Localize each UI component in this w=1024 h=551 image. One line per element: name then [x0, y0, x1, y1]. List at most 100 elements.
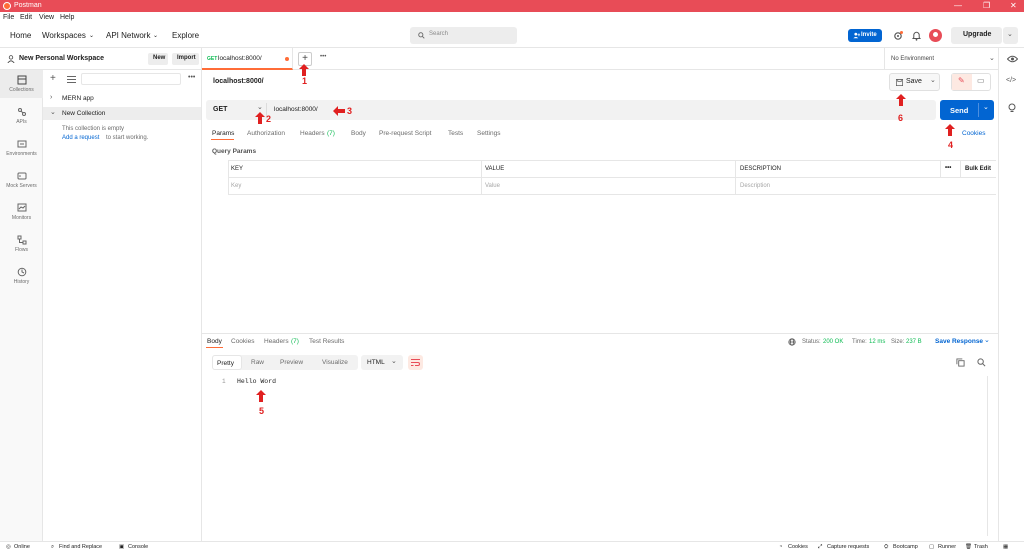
tab-authorization[interactable]: Authorization: [247, 130, 285, 137]
time-value[interactable]: 12 ms: [869, 339, 885, 345]
tab-pre-request-script[interactable]: Pre-request Script: [379, 130, 431, 137]
layout-icon[interactable]: ▦: [1003, 544, 1008, 550]
save-response-button[interactable]: Save Response: [935, 338, 983, 345]
minimize-icon[interactable]: —: [954, 1, 962, 10]
response-tab-cookies[interactable]: Cookies: [231, 338, 254, 345]
tab-options-icon[interactable]: •••: [320, 54, 326, 60]
import-button[interactable]: Import: [172, 53, 199, 65]
response-tab-body[interactable]: Body: [207, 338, 222, 345]
edit-pencil-icon[interactable]: ✎: [952, 74, 972, 90]
nav-explore[interactable]: Explore: [172, 31, 199, 40]
lightbulb-icon[interactable]: [1008, 103, 1016, 113]
add-request-link[interactable]: Add a request: [62, 135, 99, 141]
more-options-icon[interactable]: •••: [188, 74, 195, 81]
status-value[interactable]: 200 OK: [823, 339, 843, 345]
eye-icon[interactable]: [1007, 55, 1018, 63]
chevron-down-icon: ⌄: [989, 55, 995, 62]
column-header-description: DESCRIPTION: [740, 166, 782, 172]
chevron-down-icon[interactable]: ⌄: [983, 103, 989, 111]
tab-body[interactable]: Body: [351, 130, 366, 137]
invite-button[interactable]: Invite: [848, 29, 882, 42]
language-select[interactable]: HTML ⌄: [361, 355, 403, 370]
code-icon[interactable]: </>: [1006, 77, 1016, 84]
sidebar-item-environments[interactable]: Environments: [0, 134, 43, 162]
collection-item-new-collection[interactable]: ⌄ New Collection: [43, 107, 201, 120]
tab-headers[interactable]: Headers: [300, 130, 325, 137]
sidebar-item-monitors[interactable]: Monitors: [0, 198, 43, 226]
annotation-label-3: 3: [347, 106, 353, 116]
online-status[interactable]: Online: [14, 544, 30, 550]
size-value[interactable]: 237 B: [906, 339, 922, 345]
menu-edit[interactable]: Edit: [20, 14, 32, 21]
tab-params[interactable]: Params: [212, 130, 234, 137]
description-input[interactable]: Description: [740, 183, 770, 189]
cookies-footer-button[interactable]: Cookies: [788, 544, 808, 550]
upgrade-dropdown[interactable]: ⌄: [1003, 27, 1018, 44]
nav-home[interactable]: Home: [10, 31, 31, 40]
url-input[interactable]: localhost:8000/: [274, 106, 318, 113]
nav-api-network[interactable]: API Network: [106, 31, 150, 40]
search-input[interactable]: Search: [410, 27, 517, 44]
copy-icon[interactable]: [956, 358, 965, 367]
sidebar-item-flows[interactable]: Flows: [0, 230, 43, 258]
console-button[interactable]: Console: [128, 544, 148, 550]
response-scrollbar[interactable]: [987, 376, 988, 536]
filter-icon[interactable]: [67, 76, 76, 83]
comment-icon[interactable]: ▭: [977, 76, 985, 85]
upgrade-button[interactable]: Upgrade: [951, 27, 1002, 44]
view-toggle[interactable]: ✎ ▭: [951, 73, 991, 91]
add-collection-icon[interactable]: +: [50, 73, 56, 84]
trash-button[interactable]: Trash: [974, 544, 988, 550]
menu-view[interactable]: View: [39, 14, 54, 21]
response-tab-headers[interactable]: Headers: [264, 338, 289, 345]
collection-search-input[interactable]: [81, 73, 181, 85]
avatar[interactable]: [929, 29, 942, 42]
tab-tests[interactable]: Tests: [448, 130, 463, 137]
request-title[interactable]: localhost:8000/: [213, 78, 264, 85]
table-more-icon[interactable]: •••: [945, 165, 951, 171]
response-divider[interactable]: [202, 333, 998, 334]
key-input[interactable]: Key: [231, 183, 241, 189]
close-icon[interactable]: ✕: [1010, 1, 1017, 10]
chevron-down-icon[interactable]: ⌄: [984, 336, 990, 344]
find-replace-button[interactable]: Find and Replace: [59, 544, 102, 550]
wrap-lines-button[interactable]: [408, 355, 423, 370]
sidebar-item-history[interactable]: History: [0, 262, 43, 290]
nav-workspaces[interactable]: Workspaces: [42, 31, 86, 40]
tab-settings[interactable]: Settings: [477, 130, 501, 137]
sidebar-item-apis[interactable]: APIs: [0, 102, 43, 130]
cookies-link[interactable]: Cookies: [962, 130, 985, 137]
response-tab-test-results[interactable]: Test Results: [309, 338, 344, 345]
format-raw[interactable]: Raw: [248, 355, 268, 370]
bulk-edit-button[interactable]: Bulk Edit: [965, 166, 991, 172]
menu-help[interactable]: Help: [60, 14, 74, 21]
globe-icon[interactable]: [788, 338, 796, 346]
bootcamp-button[interactable]: Bootcamp: [893, 544, 918, 550]
sidebar-item-collections[interactable]: Collections: [0, 70, 43, 98]
user-plus-icon: [853, 32, 860, 39]
environment-select[interactable]: No Environment ⌄: [884, 48, 998, 70]
search-icon[interactable]: [977, 358, 986, 367]
workspace-name[interactable]: New Personal Workspace: [19, 55, 104, 62]
capture-requests-button[interactable]: Capture requests: [827, 544, 869, 550]
annotation-arrow-up-icon: [299, 64, 309, 76]
save-button[interactable]: Save ⌄: [889, 73, 940, 91]
send-button[interactable]: Send ⌄: [940, 100, 994, 120]
new-button[interactable]: New: [148, 53, 168, 65]
format-visualize[interactable]: Visualize: [318, 355, 356, 370]
format-preview[interactable]: Preview: [277, 355, 309, 370]
workspace-header: New Personal Workspace New Import: [0, 48, 202, 70]
runner-button[interactable]: Runner: [938, 544, 956, 550]
chevron-down-icon: ⌄: [930, 77, 936, 84]
value-input[interactable]: Value: [485, 183, 500, 189]
environments-icon: [17, 140, 27, 148]
collection-item-mern-app[interactable]: › MERN app: [43, 92, 201, 105]
tab-localhost[interactable]: GET localhost:8000/: [202, 48, 293, 70]
settings-icon[interactable]: [893, 31, 903, 41]
format-pretty[interactable]: Pretty: [212, 355, 242, 370]
notification-bell-icon[interactable]: [912, 31, 921, 41]
sidebar-item-mock-servers[interactable]: Mock Servers: [0, 166, 43, 194]
empty-collection-text: This collection is empty: [62, 126, 125, 132]
maximize-icon[interactable]: ❐: [983, 1, 990, 10]
menu-file[interactable]: File: [3, 14, 14, 21]
